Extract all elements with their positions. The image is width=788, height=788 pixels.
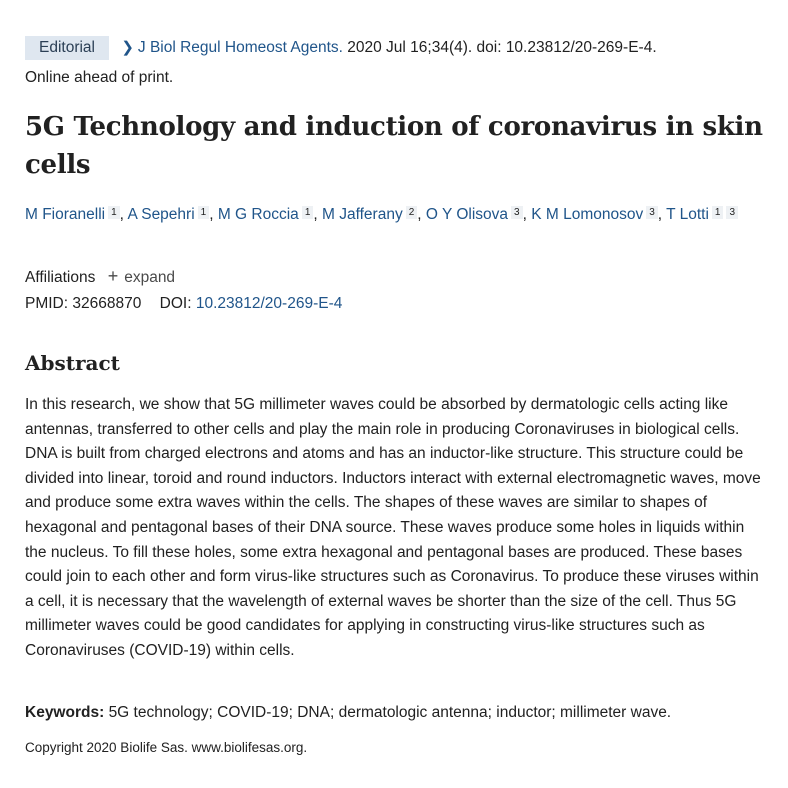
citation-line: Editorial ❯ J Biol Regul Homeost Agents. … <box>25 36 775 60</box>
affiliation-number[interactable]: 1 <box>108 206 120 219</box>
doi-label: DOI: <box>159 295 192 312</box>
affiliation-number[interactable]: 3 <box>511 206 523 219</box>
abstract-text: In this research, we show that 5G millim… <box>25 396 761 659</box>
journal-link[interactable]: J Biol Regul Homeost Agents. <box>138 39 343 56</box>
affiliation-number[interactable]: 3 <box>646 206 658 219</box>
keywords-text: 5G technology; COVID-19; DNA; dermatolog… <box>108 704 672 721</box>
article-type-badge: Editorial <box>25 36 109 60</box>
affiliations-row: Affiliations + expand <box>25 265 175 289</box>
author-link[interactable]: M Jafferany <box>322 206 403 223</box>
plus-icon: + <box>107 266 119 286</box>
citation-details: 2020 Jul 16;34(4). doi: 10.23812/20-269-… <box>347 39 657 56</box>
author-link[interactable]: M G Roccia <box>218 206 299 223</box>
identifiers-row: PMID: 32668870 DOI: 10.23812/20-269-E-4 <box>25 293 342 315</box>
keywords-label: Keywords: <box>25 704 105 721</box>
author-link[interactable]: K M Lomonosov <box>531 206 643 223</box>
publication-status: Online ahead of print. <box>25 69 174 86</box>
author-link[interactable]: O Y Olisova <box>426 206 508 223</box>
article-title: 5G Technology and induction of coronavir… <box>25 112 763 180</box>
affiliations-expand-button[interactable]: + expand <box>107 266 176 286</box>
author-link[interactable]: A Sepehri <box>127 206 194 223</box>
keywords-row: Keywords: 5G technology; COVID-19; DNA; … <box>25 702 775 724</box>
affiliation-number[interactable]: 1 <box>711 206 724 219</box>
affiliation-number[interactable]: 1 <box>301 206 314 219</box>
author-link[interactable]: T Lotti <box>666 206 709 223</box>
author-link[interactable]: M Fioranelli <box>25 206 105 223</box>
authors-list: M Fioranelli 1, A Sepehri 1, M G Roccia 1, … <box>25 203 775 227</box>
pmid-label: PMID: <box>25 295 69 312</box>
copyright-notice: Copyright 2020 Biolife Sas. www.biolifes… <box>25 740 308 755</box>
affiliation-number[interactable]: 1 <box>197 206 210 219</box>
pmid-value: 32668870 <box>72 295 142 312</box>
affiliation-number[interactable]: 2 <box>405 206 418 219</box>
chevron-right-icon: ❯ <box>121 39 134 56</box>
article-page: Editorial ❯ J Biol Regul Homeost Agents. … <box>0 0 788 788</box>
affiliations-label: Affiliations <box>25 269 96 286</box>
doi-link[interactable]: 10.23812/20-269-E-4 <box>196 295 343 312</box>
abstract-heading: Abstract <box>25 351 120 375</box>
expand-label: expand <box>124 269 176 286</box>
affiliation-number[interactable]: 3 <box>726 206 739 219</box>
